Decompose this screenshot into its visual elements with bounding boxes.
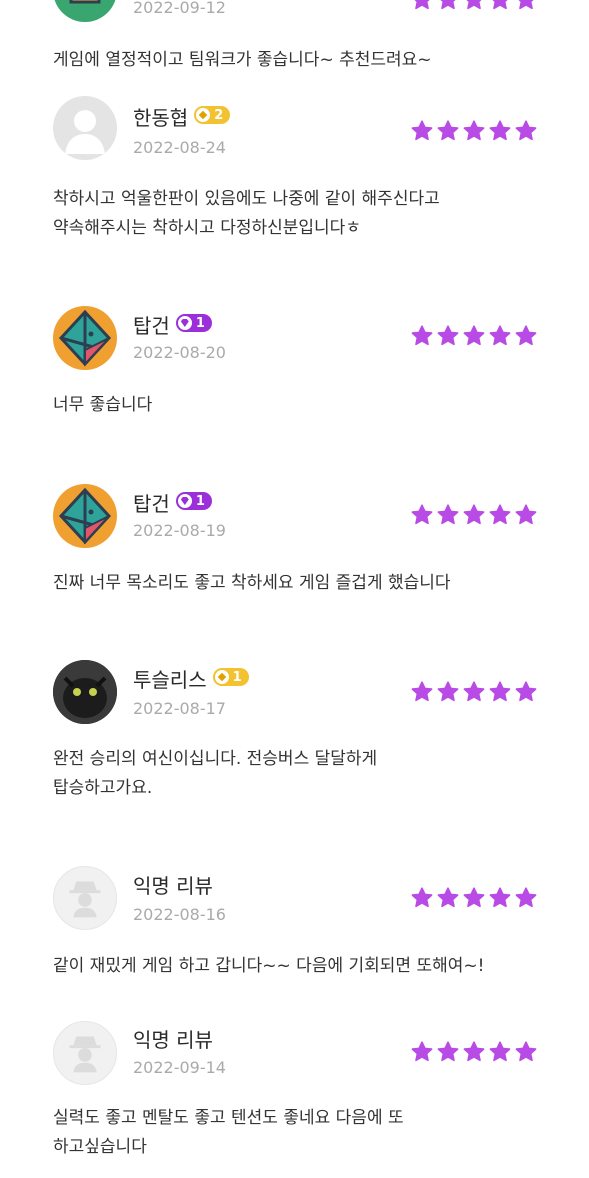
star-icon xyxy=(436,324,460,348)
reviewer-name-text: 익명 리뷰 xyxy=(133,874,213,898)
reviewer-name-text: 탑건 xyxy=(133,492,170,516)
level-badge: 1 xyxy=(175,492,212,510)
anonymous-avatar[interactable] xyxy=(53,1021,117,1085)
level-badge-text: 1 xyxy=(195,315,205,331)
gold-gem-icon xyxy=(196,108,211,122)
star-icon xyxy=(514,503,538,527)
reviewer-name-text: 탑건 xyxy=(133,314,170,338)
reviewer-name: 탑건 1 xyxy=(133,488,212,517)
star-icon xyxy=(488,119,512,143)
star-icon xyxy=(514,886,538,910)
diamond-gem-icon xyxy=(177,494,192,508)
star-icon xyxy=(410,680,434,704)
rating-stars xyxy=(410,680,538,704)
star-icon xyxy=(514,324,538,348)
review-text-line: 완전 승리의 여신이십니다. 전승버스 달달하게 xyxy=(53,749,378,769)
level-badge-text: 2 xyxy=(214,107,224,123)
review-text: 착하시고 억울한판이 있음에도 나중에 같이 해주신다고 약속해주시는 착하시고… xyxy=(53,185,553,243)
rating-stars xyxy=(410,1040,538,1064)
star-icon xyxy=(436,886,460,910)
star-icon xyxy=(462,886,486,910)
review-date: 2022-08-24 xyxy=(133,138,226,157)
review-text-line: 약속해주시는 착하시고 다정하신분입니다ㅎ xyxy=(53,218,361,238)
star-icon xyxy=(488,1040,512,1064)
star-icon xyxy=(514,680,538,704)
star-icon xyxy=(410,503,434,527)
rating-stars xyxy=(410,503,538,527)
reviewer-name: 투슬리스 1 xyxy=(133,664,249,693)
review-date: 2022-08-16 xyxy=(133,905,226,924)
review-text: 실력도 좋고 멘탈도 좋고 텐션도 좋네요 다음에 또 하고싶습니다 xyxy=(53,1104,553,1162)
star-icon xyxy=(410,119,434,143)
star-icon xyxy=(488,680,512,704)
rating-stars xyxy=(410,886,538,910)
star-icon xyxy=(462,503,486,527)
star-icon xyxy=(462,119,486,143)
star-icon xyxy=(462,0,486,12)
reviewer-name-text: 투슬리스 xyxy=(133,668,207,692)
review-date: 2022-08-19 xyxy=(133,521,226,540)
review-text-line: 탑승하고가요. xyxy=(53,778,153,798)
diamond-avatar[interactable] xyxy=(53,484,117,548)
review-text-line: 착하시고 억울한판이 있음에도 나중에 같이 해주신다고 xyxy=(53,189,440,209)
level-badge: 1 xyxy=(212,668,249,686)
anonymous-avatar[interactable] xyxy=(53,866,117,930)
box-avatar[interactable] xyxy=(53,0,117,22)
reviewer-name-text: 한동협 xyxy=(133,106,189,130)
star-icon xyxy=(436,1040,460,1064)
review-text-line: 게임에 열정적이고 팀워크가 좋습니다~ 추천드려요~ xyxy=(53,50,432,70)
level-badge: 2 xyxy=(194,106,231,124)
review-text-line: 하고싶습니다 xyxy=(53,1137,147,1157)
reviewer-name: 익명 리뷰 xyxy=(133,870,213,899)
review-date: 2022-09-12 xyxy=(133,0,226,17)
dragon-avatar[interactable] xyxy=(53,660,117,724)
star-icon xyxy=(410,0,434,12)
default-user-avatar[interactable] xyxy=(53,96,117,160)
review-text: 너무 좋습니다 xyxy=(53,391,553,420)
rating-stars xyxy=(410,119,538,143)
star-icon xyxy=(410,1040,434,1064)
diamond-gem-icon xyxy=(177,316,192,330)
level-badge-text: 1 xyxy=(195,493,205,509)
star-icon xyxy=(436,119,460,143)
review-date: 2022-09-14 xyxy=(133,1058,226,1077)
star-icon xyxy=(488,886,512,910)
review-text: 같이 재밌게 게임 하고 갑니다~~ 다음에 기회되면 또해여~! xyxy=(53,952,553,981)
review-text-line: 너무 좋습니다 xyxy=(53,395,153,415)
review-text: 완전 승리의 여신이십니다. 전승버스 달달하게 탑승하고가요. xyxy=(53,745,553,803)
star-icon xyxy=(436,503,460,527)
star-icon xyxy=(462,324,486,348)
review-text-line: 진짜 너무 목소리도 좋고 착하세요 게임 즐겁게 했습니다 xyxy=(53,573,451,593)
reviewer-name: 한동협 2 xyxy=(133,102,231,131)
review-text-line: 실력도 좋고 멘탈도 좋고 텐션도 좋네요 다음에 또 xyxy=(53,1108,404,1128)
review-text-line: 같이 재밌게 게임 하고 갑니다~~ 다음에 기회되면 또해여~! xyxy=(53,956,485,976)
review-date: 2022-08-17 xyxy=(133,699,226,718)
star-icon xyxy=(410,886,434,910)
star-icon xyxy=(462,1040,486,1064)
rating-stars xyxy=(410,0,538,12)
star-icon xyxy=(514,119,538,143)
star-icon xyxy=(514,0,538,12)
reviewer-name: 탑건 1 xyxy=(133,310,212,339)
review-text: 게임에 열정적이고 팀워크가 좋습니다~ 추천드려요~ xyxy=(53,46,553,75)
star-icon xyxy=(488,503,512,527)
rating-stars xyxy=(410,324,538,348)
star-icon xyxy=(488,324,512,348)
star-icon xyxy=(436,680,460,704)
review-text: 진짜 너무 목소리도 좋고 착하세요 게임 즐겁게 했습니다 xyxy=(53,569,553,598)
level-badge: 1 xyxy=(175,314,212,332)
level-badge-text: 1 xyxy=(232,669,242,685)
gold-gem-icon xyxy=(214,670,229,684)
reviewer-name: 익명 리뷰 xyxy=(133,1024,213,1053)
star-icon xyxy=(462,680,486,704)
star-icon xyxy=(488,0,512,12)
diamond-avatar[interactable] xyxy=(53,306,117,370)
star-icon xyxy=(436,0,460,12)
star-icon xyxy=(514,1040,538,1064)
reviewer-name-text: 익명 리뷰 xyxy=(133,1028,213,1052)
star-icon xyxy=(410,324,434,348)
review-date: 2022-08-20 xyxy=(133,343,226,362)
